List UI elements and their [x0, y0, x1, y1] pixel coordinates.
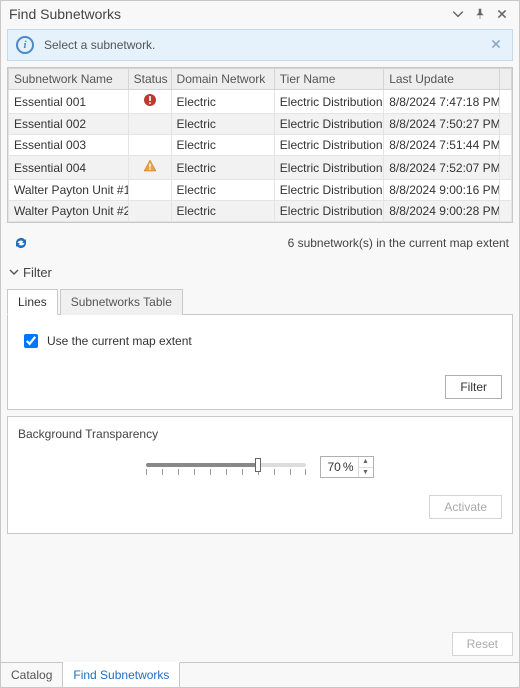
close-icon [496, 8, 508, 20]
use-extent-row[interactable]: Use the current map extent [20, 331, 502, 351]
cell-scroll [499, 135, 511, 156]
col-header-scroll [499, 69, 511, 90]
col-header-update[interactable]: Last Update [384, 69, 500, 90]
close-icon [490, 38, 502, 50]
col-header-domain[interactable]: Domain Network [171, 69, 274, 90]
cell-domain: Electric [171, 201, 274, 222]
cell-tier: Electric Distribution [274, 201, 383, 222]
cell-status [128, 156, 171, 180]
cell-domain: Electric [171, 90, 274, 114]
transparency-slider[interactable] [146, 455, 306, 479]
cell-tier: Electric Distribution [274, 156, 383, 180]
info-close-button[interactable] [488, 37, 504, 53]
filter-section-toggle[interactable]: Filter [7, 263, 513, 282]
cell-domain: Electric [171, 114, 274, 135]
cell-scroll [499, 180, 511, 201]
table-row[interactable]: Essential 002 ElectricElectric Distributi… [9, 114, 512, 135]
titlebar: Find Subnetworks [1, 1, 519, 27]
transparency-label: Background Transparency [18, 427, 502, 441]
cell-update: 8/8/2024 9:00:16 PM [384, 180, 500, 201]
filter-lines-pane: Use the current map extent Filter [7, 314, 513, 410]
filter-section-label: Filter [23, 265, 52, 280]
cell-domain: Electric [171, 180, 274, 201]
info-icon: i [16, 36, 34, 54]
use-extent-label: Use the current map extent [47, 334, 192, 348]
reset-button[interactable]: Reset [452, 632, 513, 656]
slider-thumb[interactable] [255, 458, 261, 472]
cell-name: Essential 001 [9, 90, 129, 114]
pin-icon [474, 8, 486, 20]
col-header-name[interactable]: Subnetwork Name [9, 69, 129, 90]
table-row[interactable]: Essential 003 ElectricElectric Distributi… [9, 135, 512, 156]
cell-update: 8/8/2024 9:00:28 PM [384, 201, 500, 222]
cell-tier: Electric Distribution [274, 180, 383, 201]
spinner-up[interactable]: ▲ [359, 457, 373, 468]
cell-update: 8/8/2024 7:51:44 PM [384, 135, 500, 156]
col-header-status[interactable]: Status [128, 69, 171, 90]
refresh-icon [13, 235, 29, 251]
spinner-down[interactable]: ▼ [359, 468, 373, 478]
bottom-tab-catalog[interactable]: Catalog [1, 663, 63, 687]
info-bar: i Select a subnetwork. [7, 29, 513, 61]
table-header-row: Subnetwork Name Status Domain Network Ti… [9, 69, 512, 90]
cell-name: Essential 003 [9, 135, 129, 156]
table-row[interactable]: Essential 001 ElectricElectric Distributi… [9, 90, 512, 114]
cell-name: Walter Payton Unit #1 [9, 180, 129, 201]
table-row[interactable]: Walter Payton Unit #1 ElectricElectric Di… [9, 180, 512, 201]
activate-button[interactable]: Activate [429, 495, 502, 519]
cell-tier: Electric Distribution [274, 114, 383, 135]
tab-lines[interactable]: Lines [7, 289, 58, 315]
collapse-button[interactable] [449, 5, 467, 23]
transparency-value: 70 [327, 460, 340, 474]
cell-scroll [499, 114, 511, 135]
use-extent-checkbox[interactable] [24, 334, 38, 348]
close-panel-button[interactable] [493, 5, 511, 23]
subnetworks-table: Subnetwork Name Status Domain Network Ti… [7, 67, 513, 223]
transparency-spinner[interactable]: 70 % ▲ ▼ [320, 456, 373, 478]
pin-button[interactable] [471, 5, 489, 23]
filter-button[interactable]: Filter [445, 375, 502, 399]
cell-update: 8/8/2024 7:50:27 PM [384, 114, 500, 135]
cell-scroll [499, 90, 511, 114]
percent-sign: % [343, 460, 354, 474]
reset-row: Reset [1, 628, 519, 662]
col-header-tier[interactable]: Tier Name [274, 69, 383, 90]
cell-update: 8/8/2024 7:47:18 PM [384, 90, 500, 114]
table-row[interactable]: Walter Payton Unit #2 ElectricElectric Di… [9, 201, 512, 222]
cell-domain: Electric [171, 156, 274, 180]
tab-subnetworks-table[interactable]: Subnetworks Table [60, 289, 183, 315]
cell-tier: Electric Distribution [274, 135, 383, 156]
bottom-tabstrip: Catalog Find Subnetworks [1, 662, 519, 687]
cell-tier: Electric Distribution [274, 90, 383, 114]
cell-update: 8/8/2024 7:52:07 PM [384, 156, 500, 180]
filter-tabs: Lines Subnetworks Table [7, 288, 513, 315]
panel-title: Find Subnetworks [9, 6, 445, 22]
alert-icon [143, 93, 157, 107]
find-subnetworks-panel: Find Subnetworks i Select a subnetwork. [0, 0, 520, 688]
table-footer: 6 subnetwork(s) in the current map exten… [7, 229, 513, 257]
cell-status [128, 114, 171, 135]
chevron-down-icon [9, 265, 19, 280]
cell-name: Essential 002 [9, 114, 129, 135]
chevron-down-icon [452, 8, 464, 20]
cell-name: Essential 004 [9, 156, 129, 180]
cell-status [128, 90, 171, 114]
warning-icon [143, 159, 157, 173]
cell-status [128, 135, 171, 156]
content-area: Subnetwork Name Status Domain Network Ti… [1, 67, 519, 628]
info-message: Select a subnetwork. [44, 38, 488, 52]
extent-count-label: 6 subnetwork(s) in the current map exten… [288, 236, 509, 250]
cell-scroll [499, 201, 511, 222]
refresh-button[interactable] [11, 233, 31, 253]
cell-domain: Electric [171, 135, 274, 156]
cell-status [128, 201, 171, 222]
cell-scroll [499, 156, 511, 180]
cell-name: Walter Payton Unit #2 [9, 201, 129, 222]
bottom-tab-find-subnetworks[interactable]: Find Subnetworks [63, 662, 180, 687]
transparency-box: Background Transparency 70 % ▲ [7, 416, 513, 534]
cell-status [128, 180, 171, 201]
table-row[interactable]: Essential 004 ElectricElectric Distributi… [9, 156, 512, 180]
